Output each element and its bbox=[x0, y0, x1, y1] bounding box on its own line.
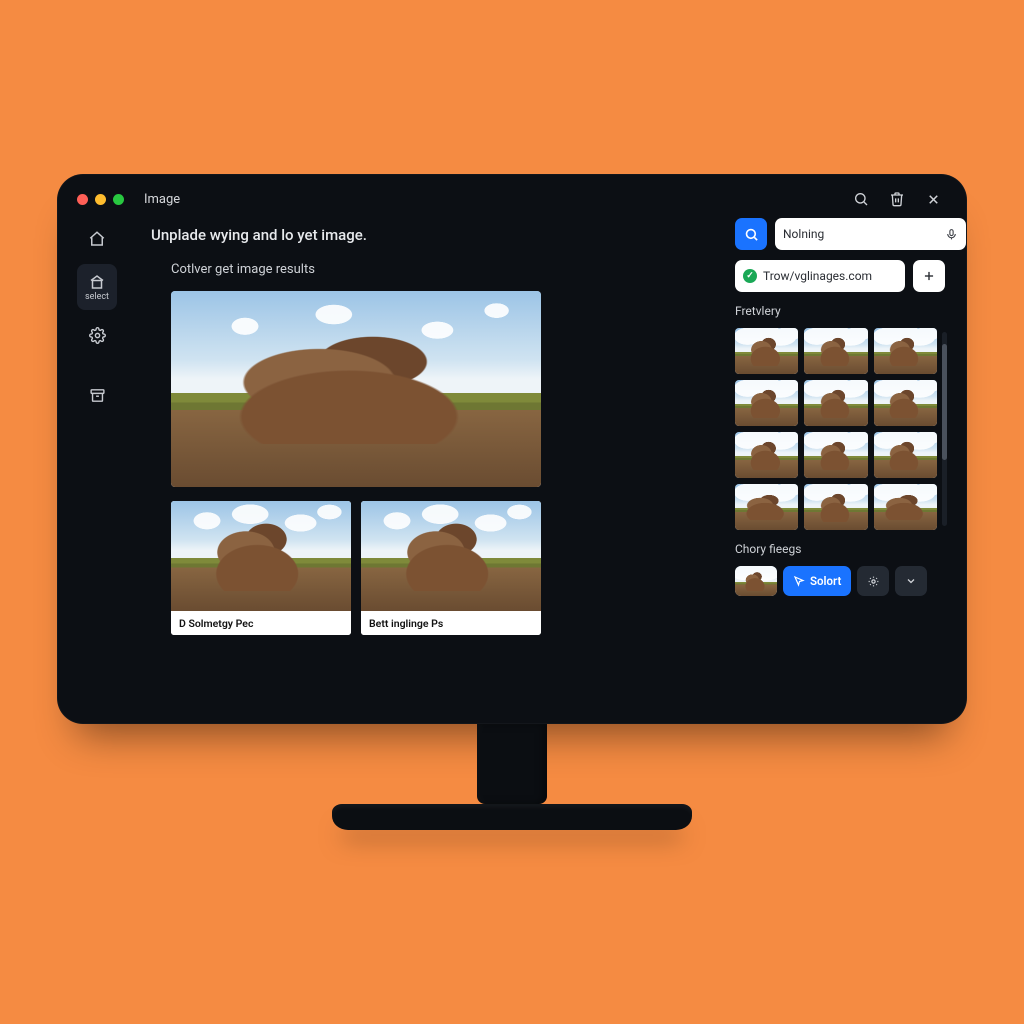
thumbnail[interactable] bbox=[874, 484, 937, 530]
sidebar-item-home[interactable] bbox=[77, 222, 117, 256]
scrollbar[interactable] bbox=[942, 332, 947, 526]
side-panel: ✓ Trow/vglinages.com Fretvlery bbox=[727, 216, 953, 704]
home-icon bbox=[88, 230, 106, 248]
hero-image[interactable] bbox=[171, 291, 541, 487]
thumbnail-grid bbox=[735, 328, 945, 530]
result-caption: D Solmetgy Pec bbox=[171, 611, 351, 635]
sidebar-item-settings[interactable] bbox=[77, 318, 117, 352]
panel-section-label: Chory fieegs bbox=[735, 542, 945, 556]
maximize-window-button[interactable] bbox=[113, 194, 124, 205]
cursor-icon bbox=[793, 575, 805, 587]
thumbnail[interactable] bbox=[874, 380, 937, 426]
recent-thumbnail[interactable] bbox=[735, 566, 777, 596]
thumbnail[interactable] bbox=[874, 432, 937, 478]
add-source-button[interactable] bbox=[913, 260, 945, 292]
settings-icon bbox=[89, 327, 106, 344]
source-chip[interactable]: ✓ Trow/vglinages.com bbox=[735, 260, 905, 292]
thumbnail[interactable] bbox=[804, 432, 867, 478]
more-button[interactable] bbox=[895, 566, 927, 596]
select-button[interactable]: Solort bbox=[783, 566, 851, 596]
search-icon bbox=[744, 227, 759, 242]
thumbnail[interactable] bbox=[735, 380, 798, 426]
close-window-button[interactable] bbox=[77, 194, 88, 205]
select-button-label: Solort bbox=[810, 574, 841, 588]
sidebar-item-label: select bbox=[85, 293, 109, 302]
source-label: Trow/vglinages.com bbox=[763, 269, 872, 283]
close-icon[interactable] bbox=[919, 185, 947, 213]
panel-section-label: Fretvlery bbox=[735, 304, 945, 318]
thumbnail[interactable] bbox=[804, 484, 867, 530]
page-title: Unplade wying and lo yet image. bbox=[151, 226, 709, 244]
search-button[interactable] bbox=[735, 218, 767, 250]
thumbnail[interactable] bbox=[804, 328, 867, 374]
verified-icon: ✓ bbox=[743, 269, 757, 283]
mic-icon[interactable] bbox=[945, 228, 958, 241]
sidebar-item-archive[interactable] bbox=[77, 378, 117, 412]
delete-icon[interactable] bbox=[883, 185, 911, 213]
thumbnail[interactable] bbox=[735, 432, 798, 478]
minimize-window-button[interactable] bbox=[95, 194, 106, 205]
search-input[interactable] bbox=[783, 227, 939, 241]
traffic-lights bbox=[77, 194, 124, 205]
window-title: Image bbox=[144, 192, 180, 207]
library-icon bbox=[88, 273, 106, 291]
result-card[interactable]: D Solmetgy Pec bbox=[171, 501, 351, 635]
sidebar: select bbox=[71, 216, 123, 704]
refresh-button[interactable] bbox=[857, 566, 889, 596]
thumbnail[interactable] bbox=[735, 328, 798, 374]
thumbnail[interactable] bbox=[874, 328, 937, 374]
sidebar-item-select[interactable]: select bbox=[77, 264, 117, 310]
main-content: Unplade wying and lo yet image. Cotlver … bbox=[123, 216, 727, 704]
thumbnail[interactable] bbox=[735, 484, 798, 530]
result-caption: Bett inglinge Ps bbox=[361, 611, 541, 635]
titlebar: Image bbox=[71, 188, 953, 216]
search-field[interactable] bbox=[775, 218, 966, 250]
thumbnail[interactable] bbox=[804, 380, 867, 426]
archive-icon bbox=[89, 387, 106, 404]
section-subtitle: Cotlver get image results bbox=[171, 262, 709, 277]
search-icon[interactable] bbox=[847, 185, 875, 213]
result-card[interactable]: Bett inglinge Ps bbox=[361, 501, 541, 635]
